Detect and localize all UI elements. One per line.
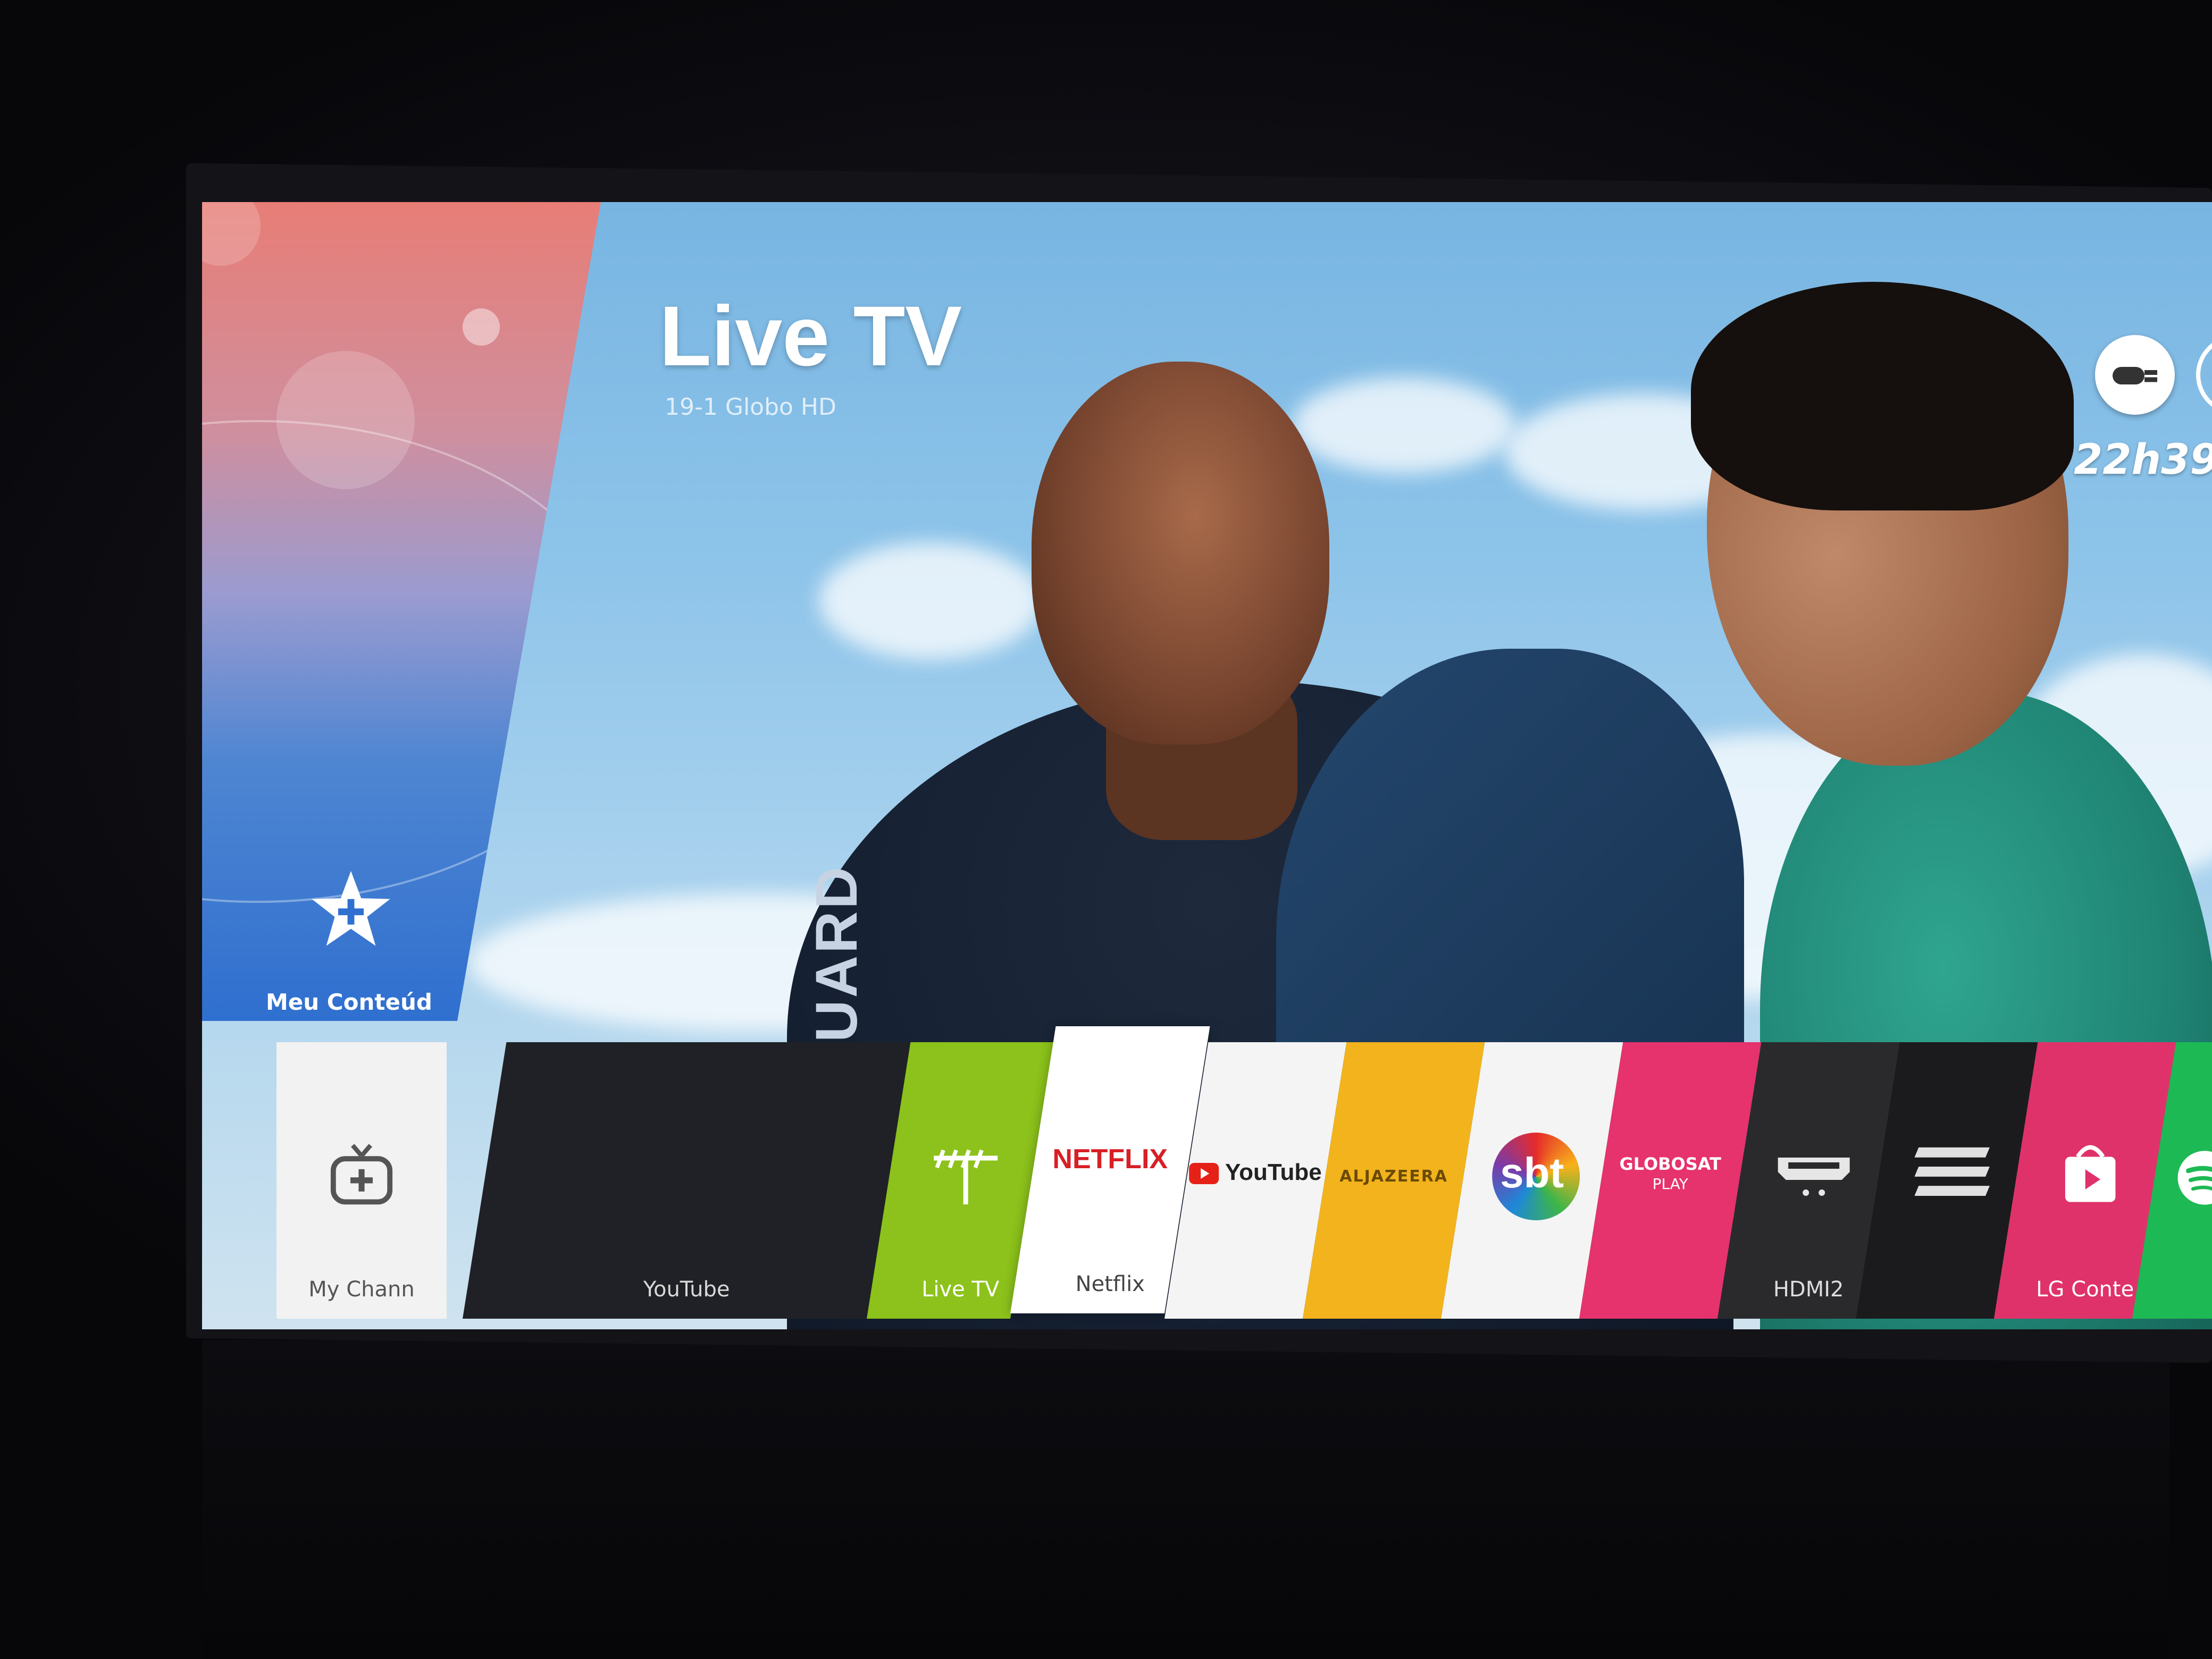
channel-subtitle: 19-1 Globo HD	[665, 393, 836, 421]
launcher-label: Netflix	[1075, 1272, 1145, 1296]
spotify-icon	[2177, 1151, 2212, 1205]
input-plug-icon	[2113, 367, 2157, 384]
my-content-panel[interactable]: Meu Conteúd	[202, 202, 601, 1021]
globosat-play-logo: PLAY	[1652, 1175, 1688, 1193]
shopping-bag-play-icon	[2065, 1145, 2116, 1202]
cloud	[1292, 378, 1515, 473]
launcher-item-my-channels[interactable]: My Chann	[276, 1042, 447, 1319]
star-plus-icon[interactable]	[308, 867, 393, 952]
my-content-label: Meu Conteúd	[266, 989, 432, 1015]
stacked-bars-icon	[1914, 1147, 1990, 1196]
netflix-logo: NETFLIX	[1052, 1144, 1168, 1175]
hdmi-icon	[1778, 1158, 1850, 1196]
launcher-label: LG Conte	[2036, 1277, 2134, 1302]
globosat-logo: GLOBOSAT	[1619, 1154, 1721, 1174]
boy-hair	[1691, 282, 2074, 510]
cloud	[819, 542, 1042, 659]
input-switch-button[interactable]	[2095, 335, 2175, 415]
jersey-lettering: UARD	[804, 865, 869, 1042]
launcher-label: YouTube	[643, 1277, 730, 1302]
decor-circle	[202, 202, 261, 266]
antenna-icon	[934, 1149, 998, 1204]
launcher-item-youtube-preview[interactable]: YouTube	[463, 1042, 911, 1319]
tv-plus-icon	[330, 1144, 393, 1205]
tv-screen: UARD Meu Conteúd Live TV 19-1 Globo HD 2…	[202, 202, 2212, 1329]
decor-arc	[202, 420, 601, 903]
current-input-title: Live TV	[659, 288, 962, 383]
man-head	[1032, 362, 1329, 744]
youtube-logo: YouTube	[1225, 1159, 1322, 1185]
decor-dot	[463, 308, 500, 346]
aljazeera-logo: ALJAZEERA	[1339, 1167, 1448, 1186]
settings-button[interactable]	[2196, 335, 2212, 415]
youtube-play-icon	[1189, 1163, 1219, 1185]
launcher-label: Live TV	[921, 1277, 1000, 1302]
launcher-label: HDMI2	[1773, 1277, 1844, 1302]
tv-stand	[202, 1340, 2169, 1659]
launcher-label: My Chann	[308, 1277, 415, 1302]
launcher-bar: My Chann YouTube Live TV NETFLIX Netflix…	[202, 1021, 2212, 1329]
clock: 22h39m	[2074, 436, 2212, 484]
sbt-logo: sbt	[1500, 1149, 1564, 1196]
